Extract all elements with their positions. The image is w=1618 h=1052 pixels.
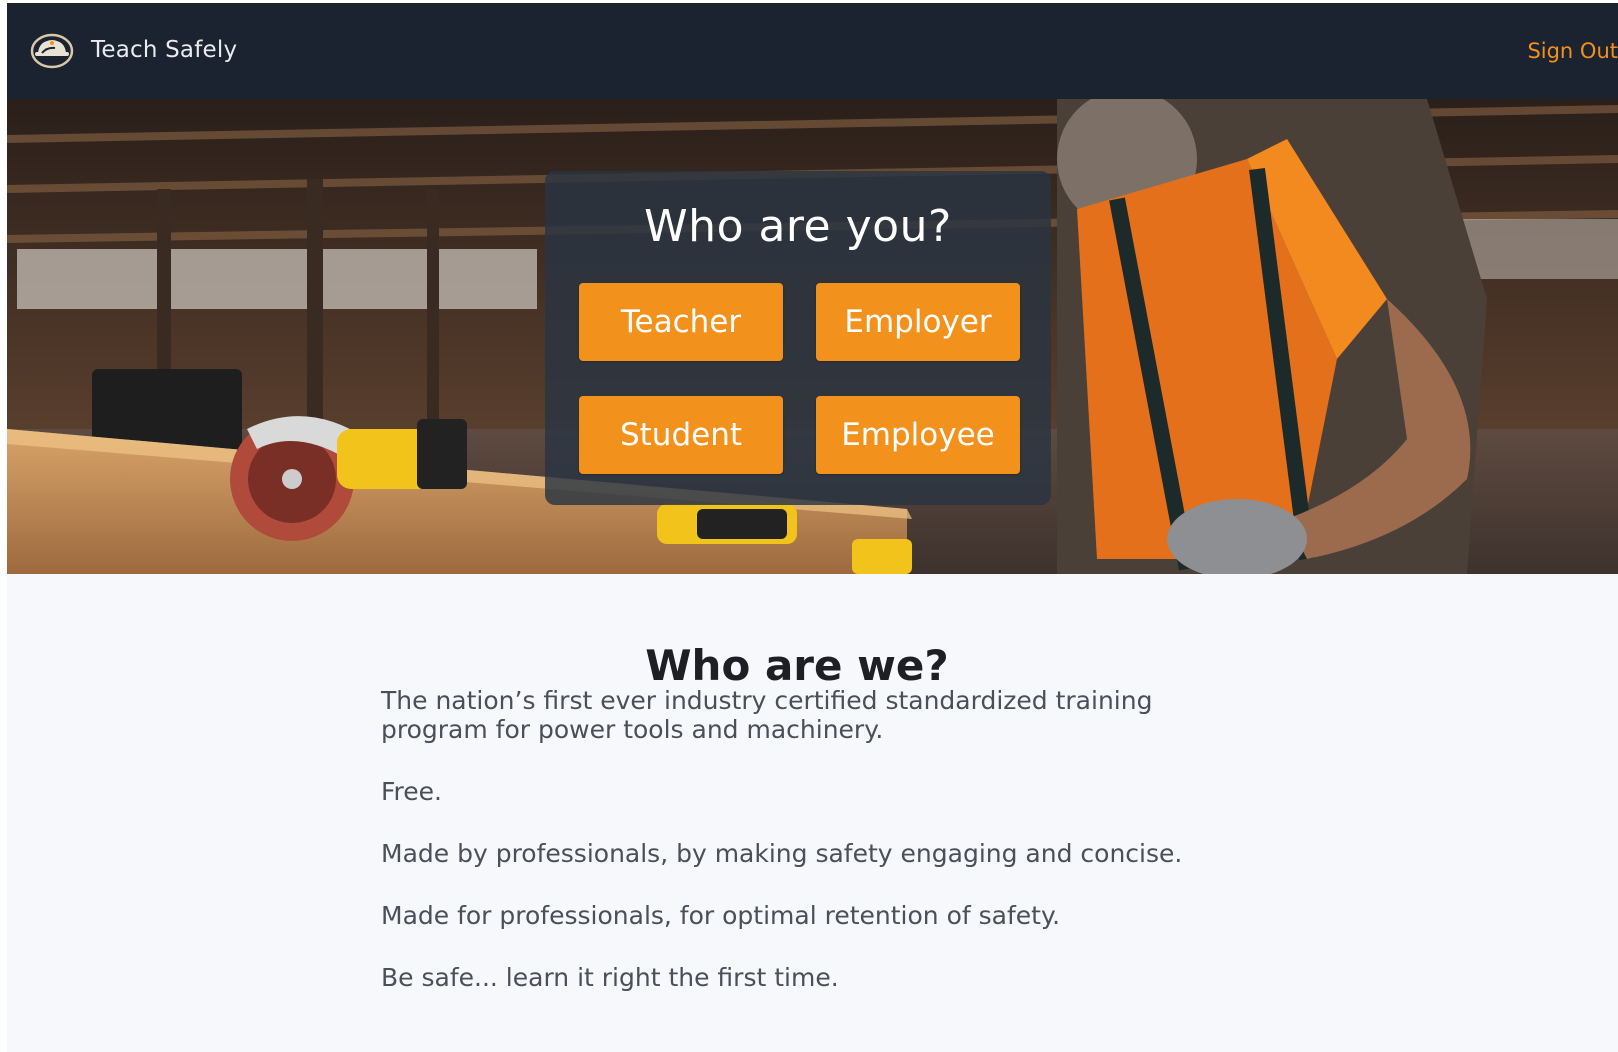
about-paragraph: Made by professionals, by making safety … bbox=[381, 839, 1183, 868]
page-frame: Teach Safely Sign Out Who are you? Teach… bbox=[7, 3, 1618, 1052]
role-prompt-title: Who are you? bbox=[644, 201, 952, 252]
sign-out-link[interactable]: Sign Out bbox=[1527, 39, 1618, 63]
about-paragraph: Free. bbox=[381, 777, 442, 806]
about-title: Who are we? bbox=[645, 640, 949, 690]
brand-name: Teach Safely bbox=[91, 37, 238, 63]
role-selection-panel: Who are you? Teacher Employer Student Em… bbox=[545, 171, 1051, 505]
brand[interactable]: Teach Safely bbox=[29, 31, 237, 69]
employee-button[interactable]: Employee bbox=[816, 396, 1020, 474]
about-paragraph: Made for professionals, for optimal rete… bbox=[381, 901, 1061, 930]
about-paragraph: The nation’s first ever industry certifi… bbox=[381, 686, 1153, 744]
teacher-button[interactable]: Teacher bbox=[579, 283, 783, 361]
top-navbar: Teach Safely Sign Out bbox=[7, 3, 1618, 99]
student-button[interactable]: Student bbox=[579, 396, 783, 474]
hard-hat-logo-icon bbox=[30, 33, 74, 69]
about-paragraph: Be safe... learn it right the first time… bbox=[381, 963, 839, 992]
hero-section: Who are you? Teacher Employer Student Em… bbox=[7, 99, 1618, 574]
about-description: The nation’s first ever industry certifi… bbox=[381, 686, 1241, 1025]
employer-button[interactable]: Employer bbox=[816, 283, 1020, 361]
